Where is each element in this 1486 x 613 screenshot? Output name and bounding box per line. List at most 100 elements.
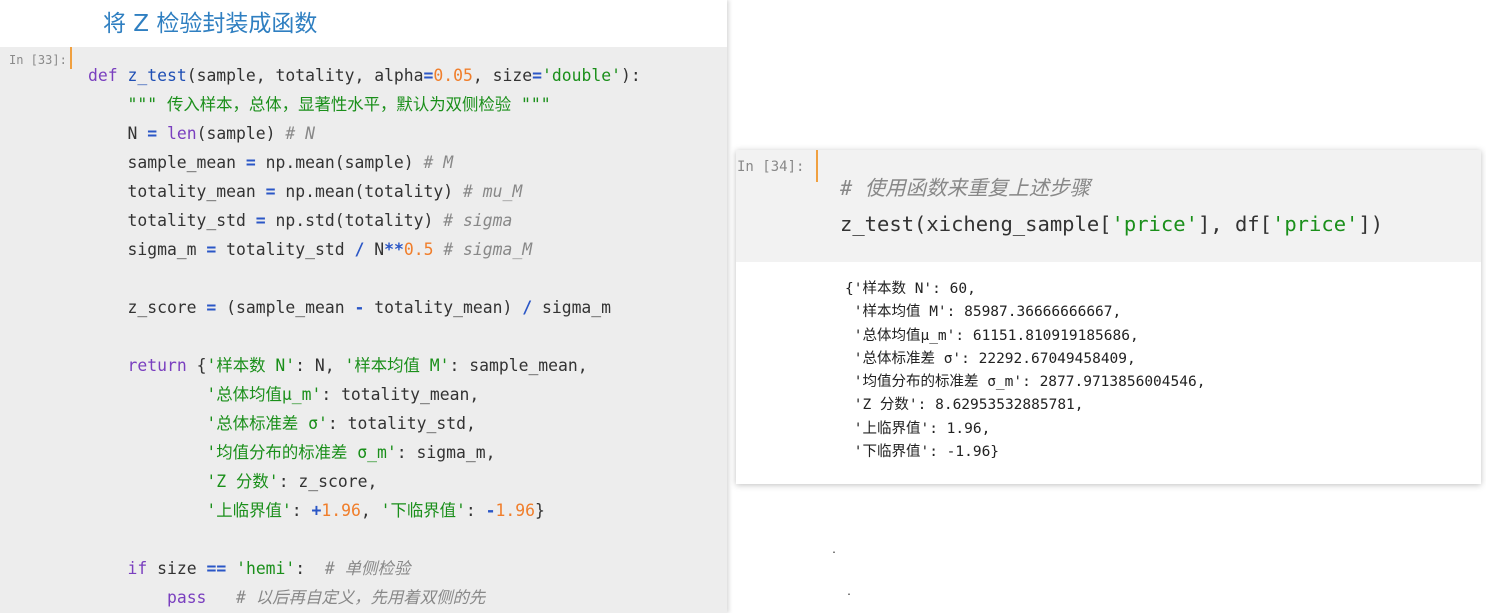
code-token: 0.05: [433, 66, 473, 85]
code-token: totality_mean: [88, 182, 266, 201]
code-token: """ 传入样本，总体，显著性水平，默认为双侧检验 """: [127, 95, 551, 114]
output-line: '上临界值': 1.96,: [845, 420, 991, 437]
code-token: : totality_mean,: [321, 385, 480, 404]
notebook-right-panel: In [34]: # 使用函数来重复上述步骤 z_test(xicheng_sam…: [736, 150, 1481, 484]
code-line: """ 传入样本，总体，显著性水平，默认为双侧检验 """: [88, 90, 641, 119]
code-token: np.std(totality): [265, 211, 444, 230]
code-token: '上临界值': [206, 501, 292, 520]
code-token: ==: [206, 559, 227, 578]
output-line: {'样本数 N': 60,: [845, 281, 976, 297]
code-token: '样本均值 M': [344, 356, 450, 375]
code-cell-34[interactable]: In [34]: # 使用函数来重复上述步骤 z_test(xicheng_sam…: [736, 150, 1481, 262]
code-token: ,: [360, 501, 381, 520]
code-editor[interactable]: # 使用函数来重复上述步骤 z_test(xicheng_sample['pric…: [840, 170, 1383, 242]
code-token: # M: [423, 153, 454, 172]
code-token: 'price': [1111, 212, 1198, 236]
code-token: =: [206, 298, 217, 317]
code-token: # sigma: [443, 211, 513, 230]
code-cell-33[interactable]: In [33]: def z_test(sample, totality, al…: [0, 47, 727, 613]
code-token: '样本数 N': [206, 356, 296, 375]
code-token: # 单侧检验: [324, 559, 411, 578]
code-token: '总体均值μ_m': [206, 385, 322, 404]
code-token: len: [166, 124, 197, 143]
code-token: =: [423, 66, 434, 85]
code-token: {: [186, 356, 207, 375]
code-token: ], df[: [1197, 212, 1272, 236]
cell-prompt: In [33]:: [9, 53, 67, 67]
code-line: totality_std = np.std(totality) # sigma: [88, 206, 641, 235]
code-token: size: [147, 559, 207, 578]
code-editor[interactable]: def z_test(sample, totality, alpha=0.05,…: [88, 61, 641, 612]
code-token: **: [384, 240, 404, 259]
code-token: '下临界值': [380, 501, 466, 520]
code-token: (sample): [196, 124, 286, 143]
code-token: +: [311, 501, 322, 520]
code-token: totality_mean): [364, 298, 523, 317]
code-line: '均值分布的标准差 σ_m': sigma_m,: [88, 438, 641, 467]
section-heading: 将 Z 检验封装成函数: [103, 11, 318, 37]
code-token: N: [88, 124, 148, 143]
code-token: =: [255, 211, 266, 230]
code-token: # 使用函数来重复上述步骤: [840, 176, 1091, 200]
code-token: 0.5: [403, 240, 434, 259]
code-token: N: [364, 240, 385, 259]
code-token: (sample, totality, alpha: [186, 66, 424, 85]
code-token: # mu_M: [463, 182, 523, 201]
code-line: '总体均值μ_m': totality_mean,: [88, 380, 641, 409]
code-token: # 以后再自定义，先用着双侧的先: [236, 588, 486, 607]
code-token: =: [265, 182, 276, 201]
code-token: # N: [285, 124, 315, 143]
code-token: : z_score,: [278, 472, 378, 491]
code-token: # sigma_M: [443, 240, 533, 259]
code-token: '总体标准差 σ': [206, 414, 328, 433]
code-token: ]): [1358, 212, 1384, 236]
code-token: =: [532, 66, 542, 85]
code-token: 'Z 分数': [206, 472, 279, 491]
code-token: :: [465, 501, 486, 520]
code-token: =: [206, 240, 217, 259]
code-line: z_score = (sample_mean - totality_mean) …: [88, 293, 641, 322]
code-line: N = len(sample) # N: [88, 119, 641, 148]
code-line: if size == 'hemi': # 单侧检验: [88, 554, 641, 583]
code-line: totality_mean = np.mean(totality) # mu_M: [88, 177, 641, 206]
code-line: # 使用函数来重复上述步骤: [840, 170, 1383, 206]
code-token: z_score: [88, 298, 207, 317]
code-token: pass: [166, 588, 207, 607]
output-line: '总体均值μ_m': 61151.810919185686,: [845, 327, 1139, 344]
code-token: (sample_mean: [216, 298, 355, 317]
code-line: def z_test(sample, totality, alpha=0.05,…: [88, 61, 641, 90]
code-line: '上临界值': +1.96, '下临界值': -1.96}: [88, 496, 641, 525]
code-token: 'double': [542, 66, 621, 85]
code-line: '总体标准差 σ': totality_std,: [88, 409, 641, 438]
code-token: }: [535, 501, 545, 520]
code-token: : N,: [295, 356, 345, 375]
stray-dot: .: [831, 545, 838, 556]
code-token: '均值分布的标准差 σ_m': [206, 443, 397, 462]
output-line: 'Z 分数': 8.62953532885781,: [845, 397, 1084, 414]
code-token: z_test(xicheng_sample[: [840, 212, 1112, 236]
code-token: def: [88, 66, 128, 85]
code-token: :: [291, 501, 312, 520]
code-token: : sample_mean,: [449, 356, 588, 375]
code-line: 'Z 分数': z_score,: [88, 467, 641, 496]
output-line: '总体标准差 σ': 22292.67049458409,: [845, 350, 1136, 367]
code-token: 'hemi': [236, 559, 296, 578]
stray-dot: .: [846, 587, 853, 598]
code-token: =: [245, 153, 256, 172]
code-token: if: [127, 559, 148, 578]
